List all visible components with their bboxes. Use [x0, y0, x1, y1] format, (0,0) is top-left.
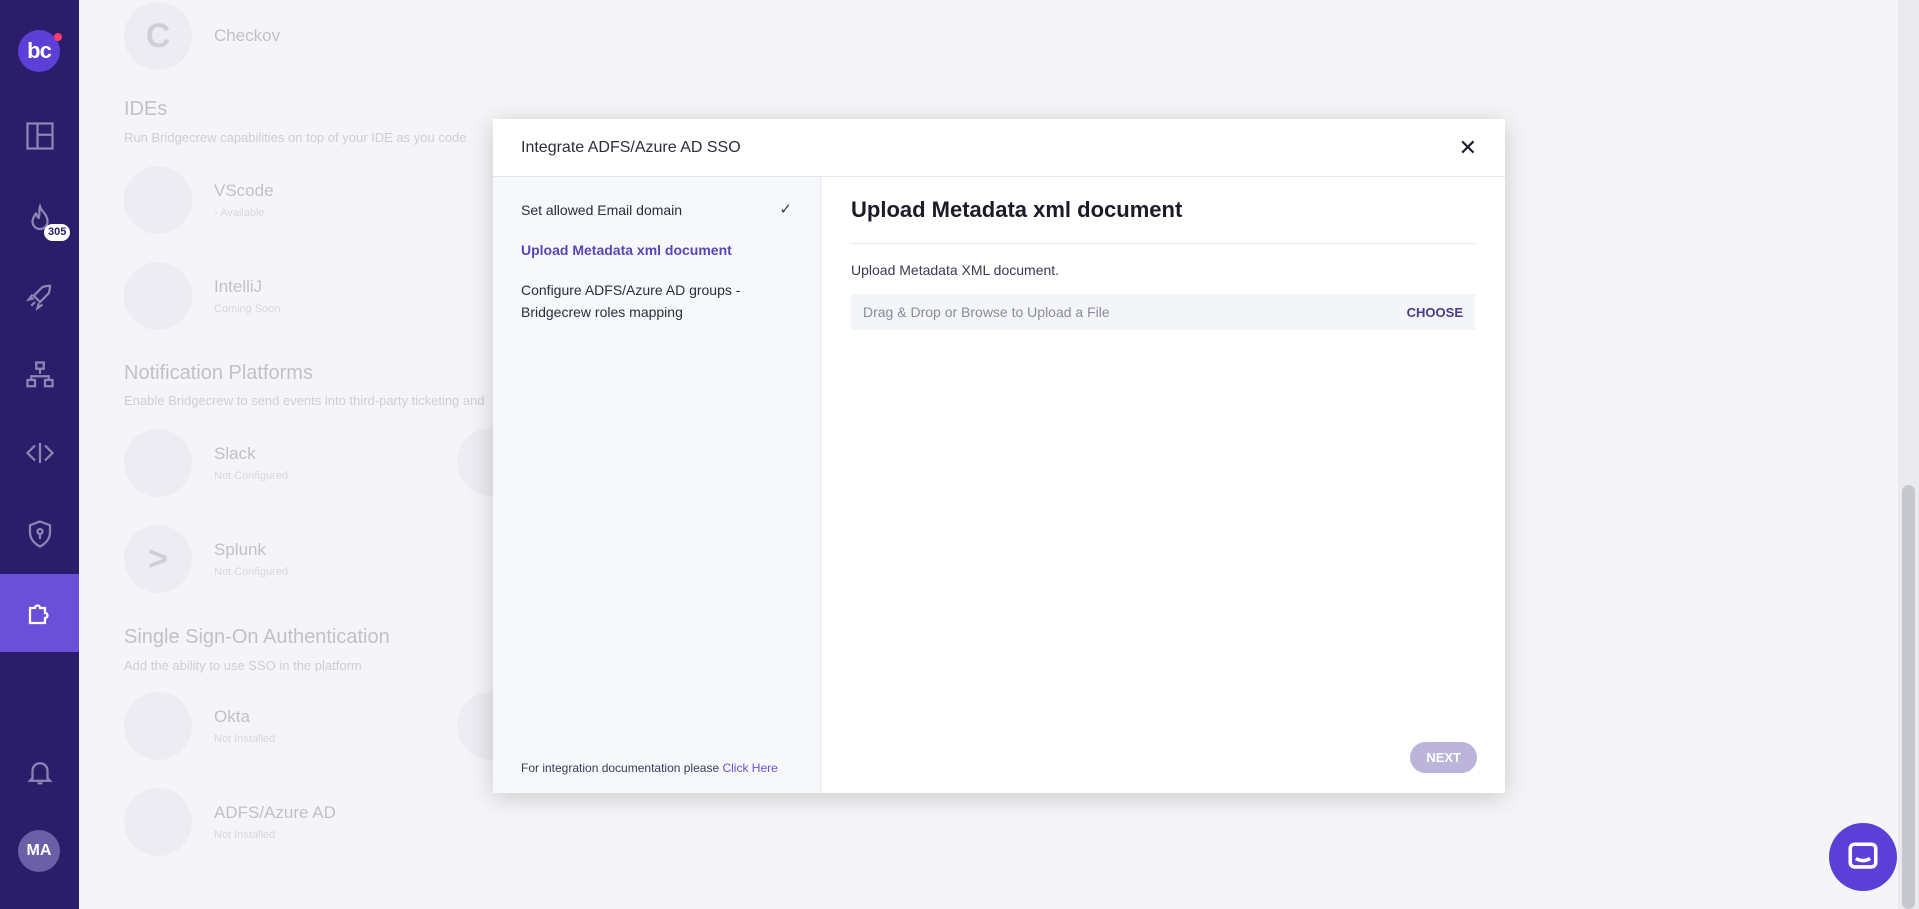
brand-logo[interactable]: bc	[18, 30, 62, 72]
wizard-steps: Set allowed Email domain ✓ Upload Metada…	[493, 177, 821, 793]
file-upload-dropzone[interactable]: Drag & Drop or Browse to Upload a File C…	[851, 294, 1475, 330]
okta-logo	[124, 692, 192, 760]
puzzle-icon	[28, 604, 49, 625]
integration-state: Not Configured	[214, 566, 288, 578]
user-avatar[interactable]: MA	[18, 830, 60, 872]
integration-name: VScode	[214, 181, 274, 200]
documentation-link[interactable]: Click Here	[722, 761, 777, 775]
intellij-logo	[124, 262, 192, 330]
integration-state: Not Installed	[214, 733, 276, 745]
integration-name: Checkov	[214, 26, 281, 45]
nav-integrations[interactable]	[0, 574, 79, 652]
next-button[interactable]: NEXT	[1410, 742, 1477, 773]
step-email-domain[interactable]: Set allowed Email domain ✓	[521, 199, 792, 221]
step-label: Configure ADFS/Azure AD groups - Bridgec…	[521, 282, 741, 320]
modal-title: Integrate ADFS/Azure AD SSO	[521, 138, 741, 156]
integration-card-slack[interactable]: Slack Not Configured	[124, 429, 288, 497]
choose-file-button[interactable]: CHOOSE	[1407, 305, 1463, 320]
dashboard-icon	[25, 122, 54, 150]
vscode-logo	[124, 166, 192, 234]
step-group-mapping[interactable]: Configure ADFS/Azure AD groups - Bridgec…	[521, 279, 792, 323]
splunk-logo: >	[124, 525, 192, 593]
nav-resources[interactable]	[0, 336, 79, 414]
integration-state: Coming Soon	[214, 303, 281, 315]
step-upload-metadata[interactable]: Upload Metadata xml document	[521, 239, 792, 261]
sidebar: bc 305 MA	[0, 0, 79, 909]
integration-card-vscode[interactable]: VScode - Available	[124, 166, 274, 234]
upload-placeholder: Drag & Drop or Browse to Upload a File	[863, 304, 1110, 320]
section-title-notifications: Notification Platforms	[124, 362, 313, 384]
modal-body: Set allowed Email domain ✓ Upload Metada…	[493, 177, 1505, 793]
integration-name: ADFS/Azure AD	[214, 803, 336, 822]
nav-dashboard[interactable]	[0, 97, 79, 175]
chat-launcher[interactable]	[1829, 823, 1897, 891]
nav-policies[interactable]	[0, 495, 79, 573]
content-subtitle: Upload Metadata XML document.	[851, 262, 1060, 278]
content-title: Upload Metadata xml document	[851, 197, 1475, 244]
nav-deploy[interactable]	[0, 258, 79, 336]
integration-name: Slack	[214, 444, 256, 463]
slack-logo	[124, 429, 192, 497]
step-label: Upload Metadata xml document	[521, 242, 732, 258]
modal-header: Integrate ADFS/Azure AD SSO ✕	[493, 119, 1505, 177]
shield-icon	[28, 520, 51, 548]
integration-name: Splunk	[214, 540, 266, 559]
sso-integration-modal: Integrate ADFS/Azure AD SSO ✕ Set allowe…	[493, 119, 1505, 793]
logo-dot	[54, 33, 62, 41]
section-subtitle-sso: Add the ability to use SSO in the platfo…	[124, 658, 362, 673]
scrollbar-thumb[interactable]	[1902, 485, 1915, 909]
integration-card-checkov[interactable]: C Checkov	[124, 2, 280, 70]
integration-name: Okta	[214, 707, 250, 726]
page-scrollbar[interactable]	[1898, 0, 1919, 909]
logo-text: bc	[27, 38, 52, 63]
integration-state: Not Installed	[214, 829, 276, 841]
close-icon[interactable]: ✕	[1459, 136, 1477, 159]
section-subtitle-ides: Run Bridgecrew capabilities on top of yo…	[124, 130, 467, 145]
hierarchy-icon	[25, 361, 54, 388]
rocket-icon	[25, 284, 51, 312]
section-title-ides: IDEs	[124, 98, 168, 120]
incidents-count-badge: 305	[44, 224, 71, 241]
documentation-note: For integration documentation please Cli…	[521, 761, 778, 775]
windows-logo	[124, 788, 192, 856]
nav-notifications[interactable]	[0, 733, 79, 811]
integration-state: Not Configured	[214, 470, 288, 482]
integration-card-okta[interactable]: Okta Not Installed	[124, 692, 275, 760]
bell-icon	[26, 762, 53, 785]
checkov-logo: C	[124, 2, 192, 70]
code-icon	[25, 443, 54, 463]
nav-code[interactable]	[0, 414, 79, 492]
integration-card-intellij[interactable]: IntelliJ Coming Soon	[124, 262, 281, 330]
integration-name: IntelliJ	[214, 277, 263, 296]
step-label: Set allowed Email domain	[521, 202, 683, 218]
section-title-sso: Single Sign-On Authentication	[124, 626, 390, 648]
section-subtitle-notifications: Enable Bridgecrew to send events into th…	[124, 393, 485, 408]
integration-card-splunk[interactable]: > Splunk Not Configured	[124, 525, 288, 593]
nav-incidents[interactable]: 305	[0, 180, 79, 258]
chat-icon	[1848, 842, 1878, 869]
check-icon: ✓	[779, 201, 792, 218]
integration-card-adfs[interactable]: ADFS/Azure AD Not Installed	[124, 788, 336, 856]
doc-note-text: For integration documentation please	[521, 761, 720, 775]
step-content: Upload Metadata xml document Upload Meta…	[821, 177, 1505, 793]
integration-state: - Available	[214, 207, 265, 219]
